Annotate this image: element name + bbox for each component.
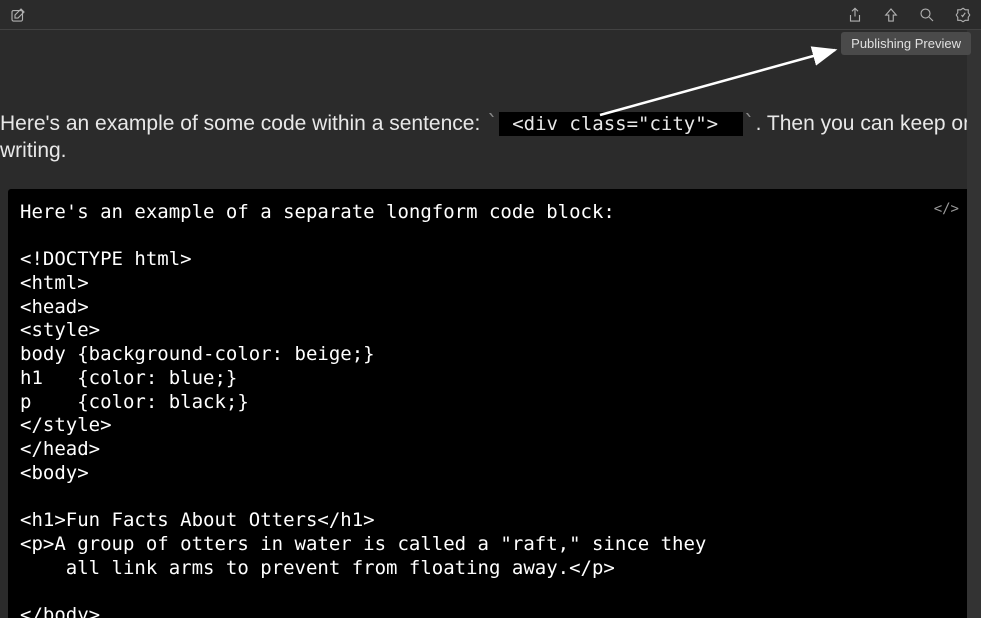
code-toggle-icon[interactable]: </> xyxy=(934,201,959,219)
toolbar xyxy=(0,0,981,30)
code-block[interactable]: </> Here's an example of a separate longf… xyxy=(8,189,973,618)
scrollbar[interactable] xyxy=(967,30,981,618)
publish-icon[interactable] xyxy=(881,5,901,25)
prose-before: Here's an example of some code within a … xyxy=(0,112,486,135)
backtick-close: ` xyxy=(743,111,756,135)
backtick-open: ` xyxy=(486,111,499,135)
search-icon[interactable] xyxy=(917,5,937,25)
prose-paragraph[interactable]: Here's an example of some code within a … xyxy=(0,30,981,165)
compose-icon[interactable] xyxy=(8,5,28,25)
tooltip-text: Publishing Preview xyxy=(851,36,961,51)
content-area: Here's an example of some code within a … xyxy=(0,30,981,618)
share-icon[interactable] xyxy=(845,5,865,25)
inline-code: <div class="city"> xyxy=(499,112,743,136)
code-block-content: Here's an example of a separate longform… xyxy=(20,201,706,618)
settings-icon[interactable] xyxy=(953,5,973,25)
toolbar-right xyxy=(845,5,973,25)
toolbar-left xyxy=(8,5,28,25)
tooltip-publishing-preview: Publishing Preview xyxy=(841,32,971,55)
